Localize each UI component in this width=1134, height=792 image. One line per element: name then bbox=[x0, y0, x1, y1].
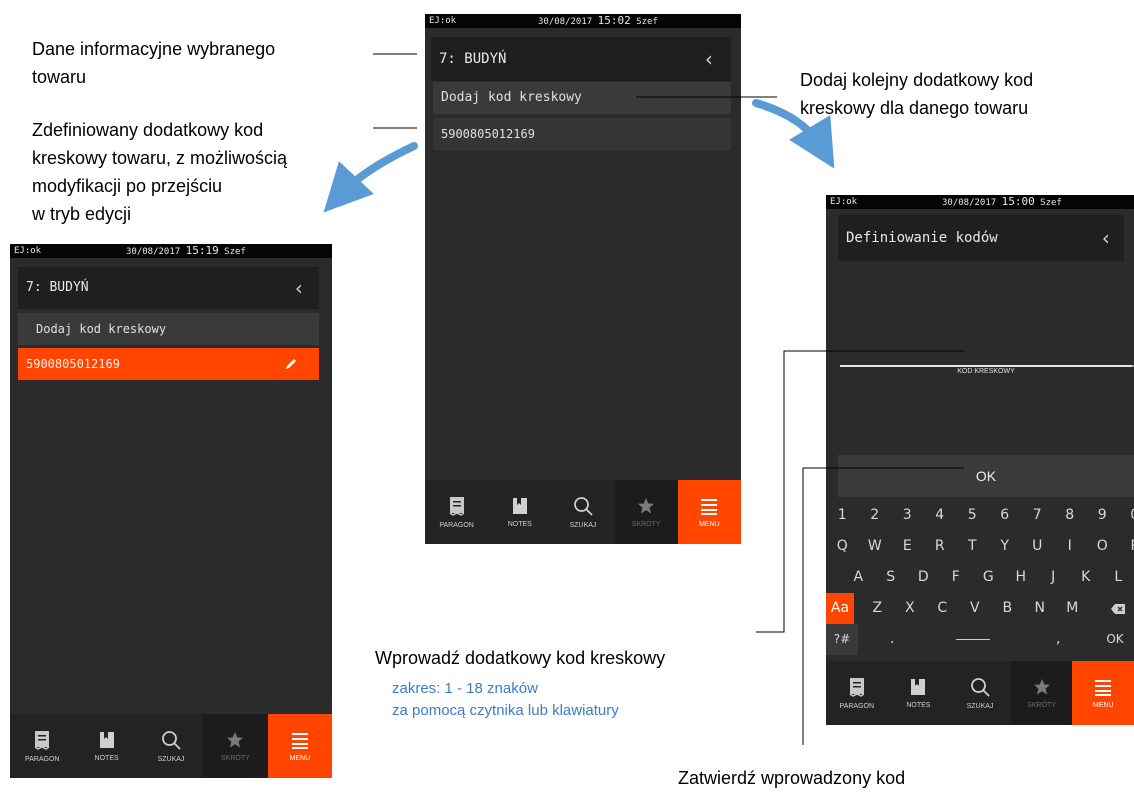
flow-arrow-left bbox=[323, 142, 418, 213]
annotation-connectors bbox=[323, 53, 1134, 745]
connector-confirm bbox=[802, 467, 964, 745]
flow-arrow-right bbox=[752, 99, 835, 169]
connector-enter bbox=[756, 350, 964, 633]
